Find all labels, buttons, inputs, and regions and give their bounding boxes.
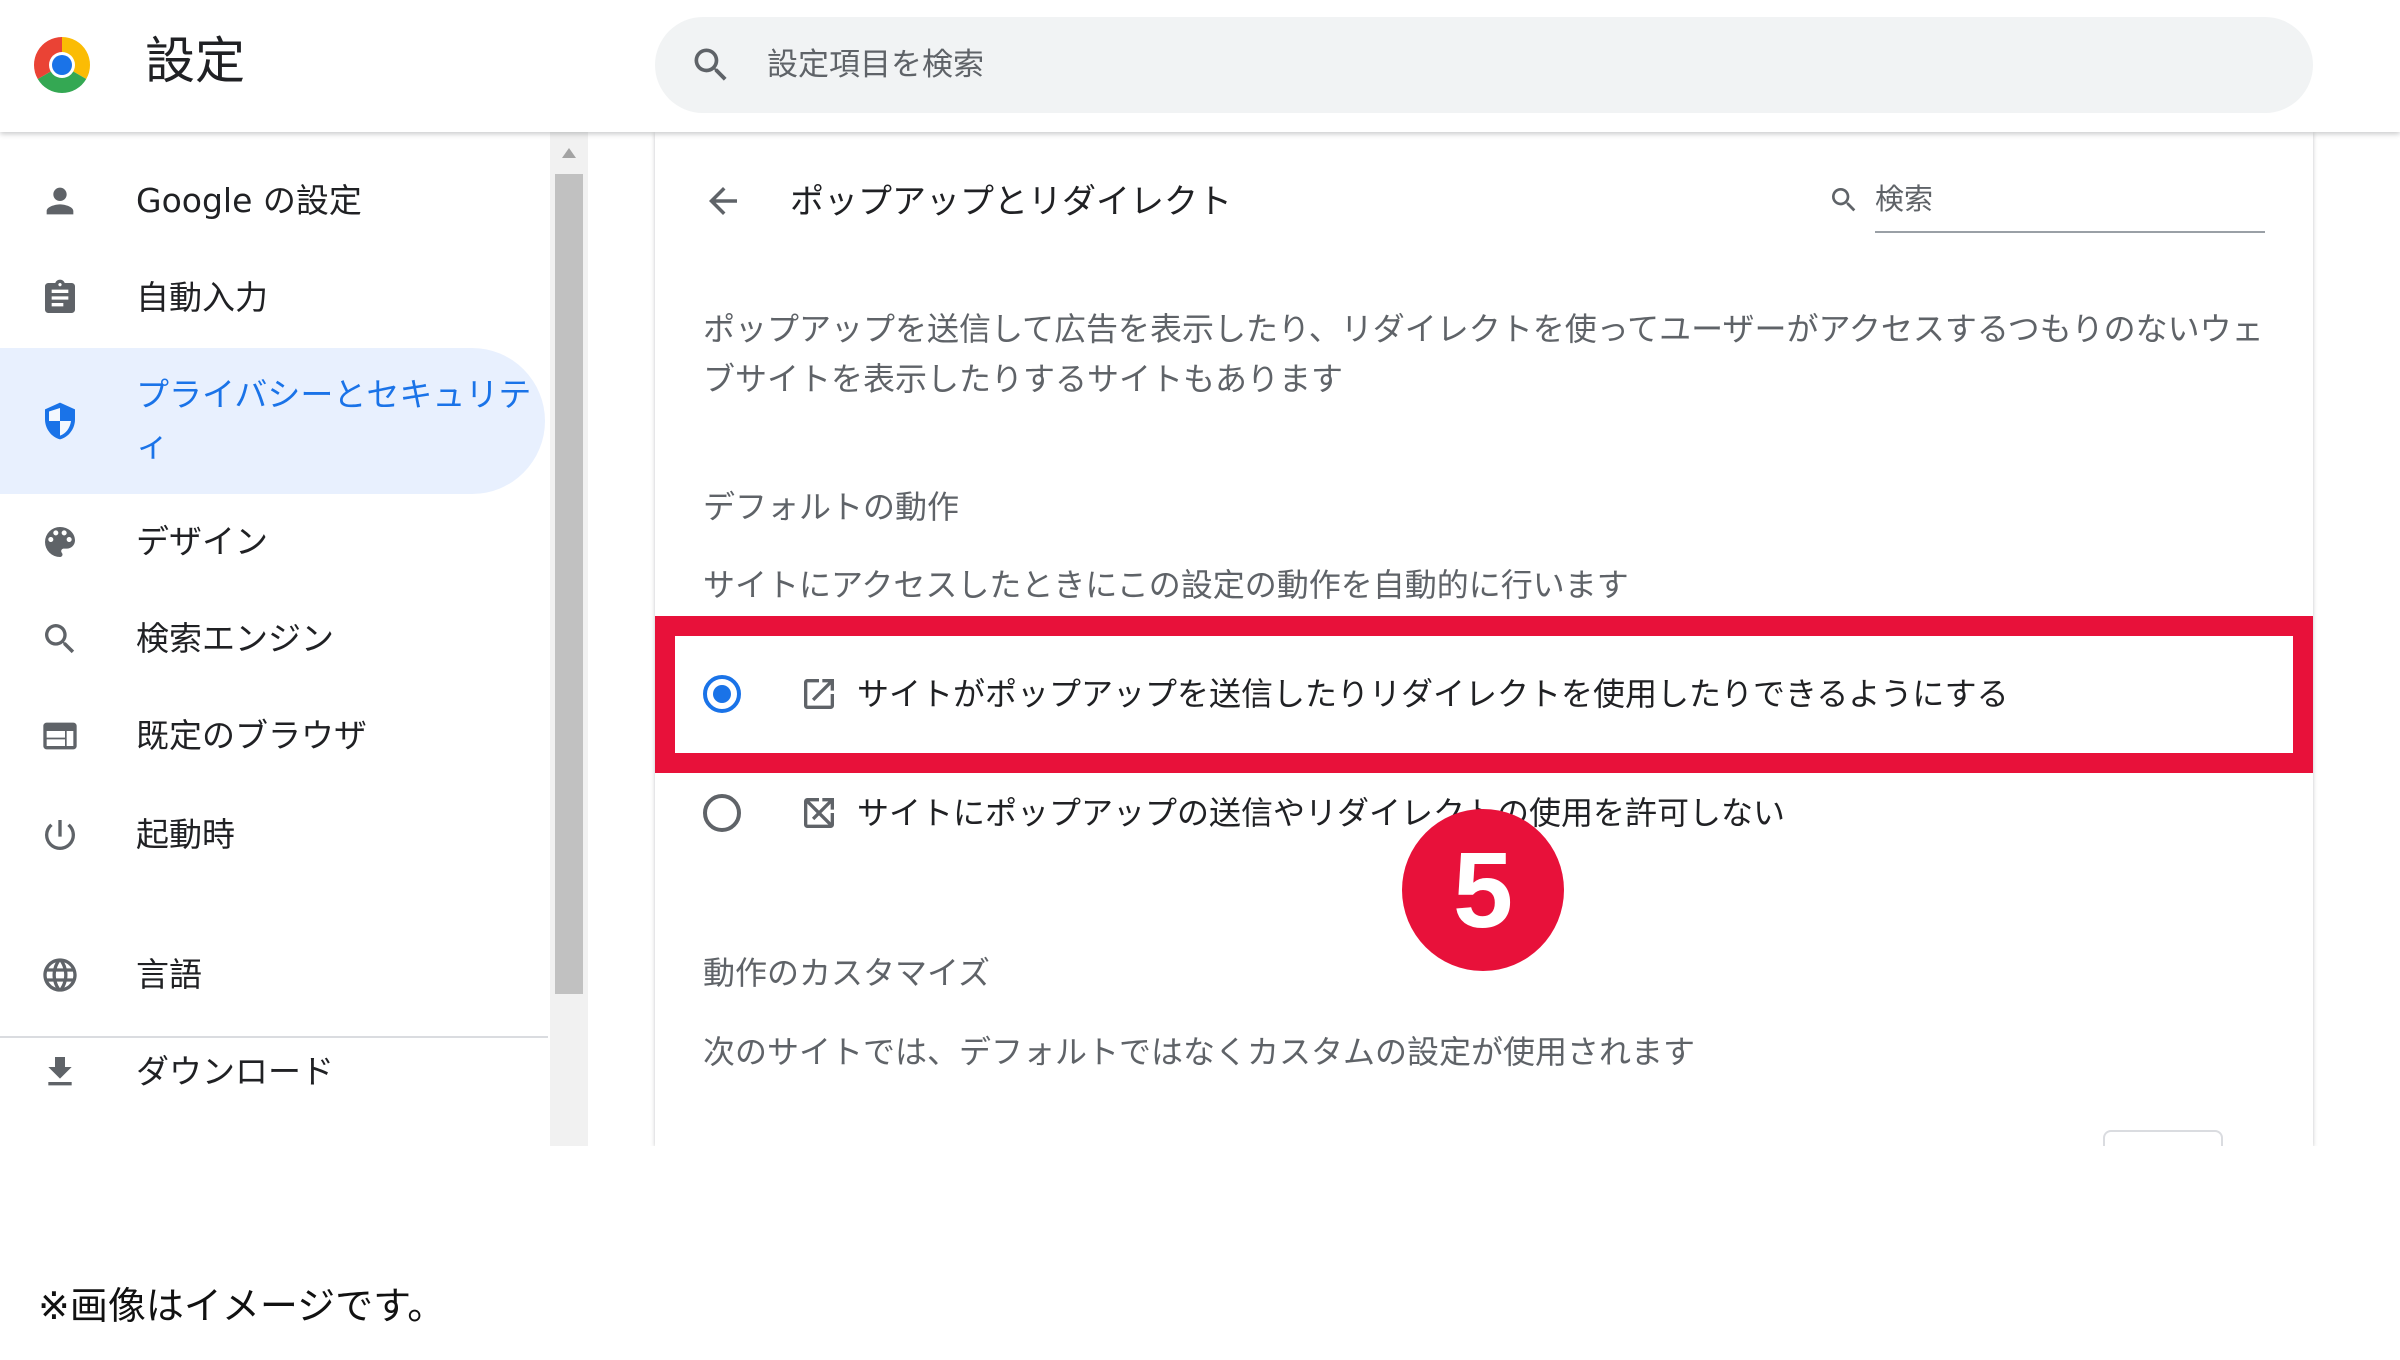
search-icon [1832,188,1856,212]
power-icon [44,820,75,850]
sidebar-scrollbar[interactable] [550,132,588,1146]
search-icon [45,624,75,654]
app-header: 設定 設定項目を検索 [0,0,2400,132]
download-icon [48,1057,72,1086]
sidebar-item-languages[interactable]: 言語 [0,926,545,1024]
sidebar-item-label: 検索エンジン [136,619,334,658]
globe-icon [43,958,77,992]
scroll-up-arrow-icon[interactable] [560,146,578,160]
sidebar-item-label: プライバシーとセキュリティ [136,375,532,464]
scrollbar-thumb[interactable] [555,174,583,994]
sidebar-item-privacy-security[interactable]: プライバシーとセキュリティ [0,348,545,494]
sidebar-item-label: 既定のブラウザ [136,716,367,755]
site-search-input[interactable]: 検索 [1875,176,1933,222]
app-title: 設定 [145,32,245,90]
step-number-badge: 5 [1402,809,1564,971]
person-icon [46,187,74,215]
sidebar-item-label: ダウンロード [136,1052,334,1091]
sidebar-item-label: Google の設定 [136,181,362,220]
default-behavior-heading: デフォルトの動作 [703,488,960,526]
site-search-underline [1875,231,2265,233]
sidebar-item-default-browser[interactable]: 既定のブラウザ [0,687,545,785]
sidebar-item-on-startup[interactable]: 起動時 [0,786,545,884]
description-text: ポップアップを送信して広告を表示したり、リダイレクトを使ってユーザーがアクセスす… [703,310,2264,398]
sidebar-item-appearance[interactable]: デザイン [0,493,545,591]
customize-heading: 動作のカスタマイズ [703,954,991,992]
highlight-box [655,616,2313,773]
clipboard-icon [45,279,75,313]
sidebar-item-autofill[interactable]: 自動入力 [0,249,545,347]
sidebar: Google の設定 自動入力 プライバシーとセキュリティ デザイン 検索エンジ… [0,132,550,1146]
back-arrow-icon[interactable] [702,180,744,222]
shield-icon [45,402,75,440]
page-title: ポップアップとリダイレクト [790,182,1232,222]
settings-search-box[interactable]: 設定項目を検索 [655,17,2313,113]
sidebar-item-google-settings[interactable]: Google の設定 [0,152,545,250]
image-disclaimer-note: ※画像はイメージです。 [38,1284,446,1328]
search-input[interactable]: 設定項目を検索 [767,17,984,113]
sidebar-item-downloads[interactable]: ダウンロード [0,1023,545,1121]
default-behavior-subtitle: サイトにアクセスしたときにこの設定の動作を自動的に行います [703,566,1629,604]
sidebar-item-label: デザイン [136,522,268,561]
blocked-open-in-new-icon [804,798,834,828]
customize-subtitle: 次のサイトでは、デフォルトではなくカスタムの設定が使用されます [703,1033,1696,1071]
palette-icon [45,527,75,557]
search-icon [694,48,727,81]
sidebar-item-label: 言語 [136,955,202,994]
sidebar-item-label: 起動時 [136,815,235,854]
block-popups-radio[interactable] [703,794,741,832]
sidebar-item-label: 自動入力 [136,278,268,317]
browser-window-icon [43,722,77,750]
sidebar-item-search-engine[interactable]: 検索エンジン [0,590,545,688]
chrome-logo-icon [33,37,91,94]
block-popups-label: サイトにポップアップの送信やリダイレクトの使用を許可しない [857,794,1786,832]
